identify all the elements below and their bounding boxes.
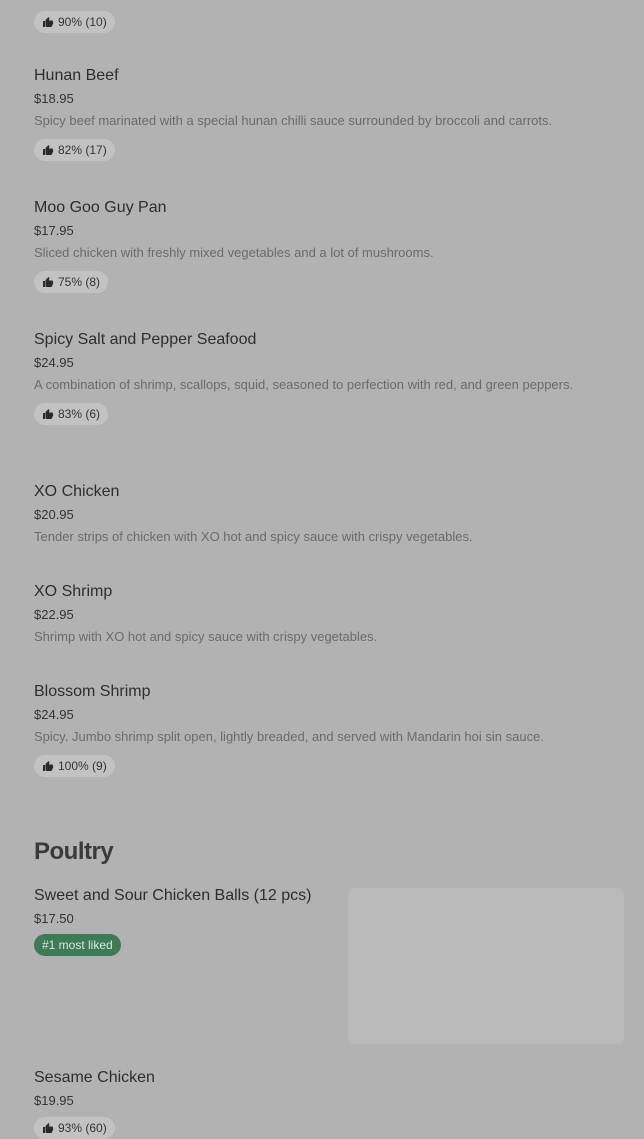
item-name: Spicy Salt and Pepper Seafood xyxy=(34,331,257,348)
rating-badge: 100% (9) xyxy=(34,755,115,777)
item-price: $20.95 xyxy=(34,507,74,522)
item-price: $17.50 xyxy=(34,911,74,926)
rating-badge: 93% (60) xyxy=(34,1117,115,1139)
item-name: Moo Goo Guy Pan xyxy=(34,199,167,216)
item-description: Sliced chicken with freshly mixed vegeta… xyxy=(34,245,434,260)
rating-badge: 82% (17) xyxy=(34,139,115,161)
menu-item[interactable]: Sesame Chicken $19.95 93% (60) xyxy=(34,1068,624,1139)
item-name: Sweet and Sour Chicken Balls (12 pcs) xyxy=(34,887,312,904)
item-price: $18.95 xyxy=(34,91,74,106)
item-description: Spicy beef marinated with a special huna… xyxy=(34,113,553,128)
thumbs-up-icon xyxy=(43,277,54,287)
menu-item[interactable]: Sweet and Sour Chicken Balls (12 pcs) $1… xyxy=(34,886,334,956)
item-name: XO Shrimp xyxy=(34,583,113,600)
item-description: Shrimp with XO hot and spicy sauce with … xyxy=(34,629,378,644)
menu-item-partial[interactable]: 90% (10) xyxy=(34,11,624,33)
rating-badge: 90% (10) xyxy=(34,11,115,33)
item-description: Spicy. Jumbo shrimp split open, lightly … xyxy=(34,729,544,744)
thumbs-up-icon xyxy=(43,409,54,419)
rating-text: 82% (17) xyxy=(58,143,107,157)
menu-item[interactable]: Spicy Salt and Pepper Seafood $24.95 A c… xyxy=(34,330,624,425)
rating-text: 93% (60) xyxy=(58,1121,107,1135)
item-description: A combination of shrimp, scallops, squid… xyxy=(34,377,574,392)
most-liked-badge: #1 most liked xyxy=(34,934,121,956)
rating-badge: 75% (8) xyxy=(34,271,109,293)
item-price: $17.95 xyxy=(34,223,74,238)
item-description: Tender strips of chicken with XO hot and… xyxy=(34,529,473,544)
thumbs-up-icon xyxy=(43,17,54,27)
item-price: $24.95 xyxy=(34,707,74,722)
item-name: Hunan Beef xyxy=(34,67,119,84)
rating-text: 83% (6) xyxy=(58,407,101,421)
item-price: $24.95 xyxy=(34,355,74,370)
rating-text: 75% (8) xyxy=(58,275,101,289)
item-name: XO Chicken xyxy=(34,483,120,500)
rating-badge: 83% (6) xyxy=(34,403,109,425)
menu-item[interactable]: Moo Goo Guy Pan $17.95 Sliced chicken wi… xyxy=(34,198,624,293)
menu-item[interactable]: Blossom Shrimp $24.95 Spicy. Jumbo shrim… xyxy=(34,682,624,777)
menu-item[interactable]: XO Shrimp $22.95 Shrimp with XO hot and … xyxy=(34,582,624,647)
menu-item[interactable]: XO Chicken $20.95 Tender strips of chick… xyxy=(34,482,624,547)
thumbs-up-icon xyxy=(43,761,54,771)
rating-text: 90% (10) xyxy=(58,15,107,29)
section-title: Poultry xyxy=(34,838,114,865)
item-name: Blossom Shrimp xyxy=(34,683,151,700)
item-price: $19.95 xyxy=(34,1093,74,1108)
menu-item[interactable]: Hunan Beef $18.95 Spicy beef marinated w… xyxy=(34,66,624,161)
thumbs-up-icon xyxy=(43,1123,54,1133)
item-name: Sesame Chicken xyxy=(34,1069,155,1086)
item-image-placeholder[interactable] xyxy=(348,888,624,1044)
item-price: $22.95 xyxy=(34,607,74,622)
thumbs-up-icon xyxy=(43,145,54,155)
rating-text: 100% (9) xyxy=(58,759,107,773)
